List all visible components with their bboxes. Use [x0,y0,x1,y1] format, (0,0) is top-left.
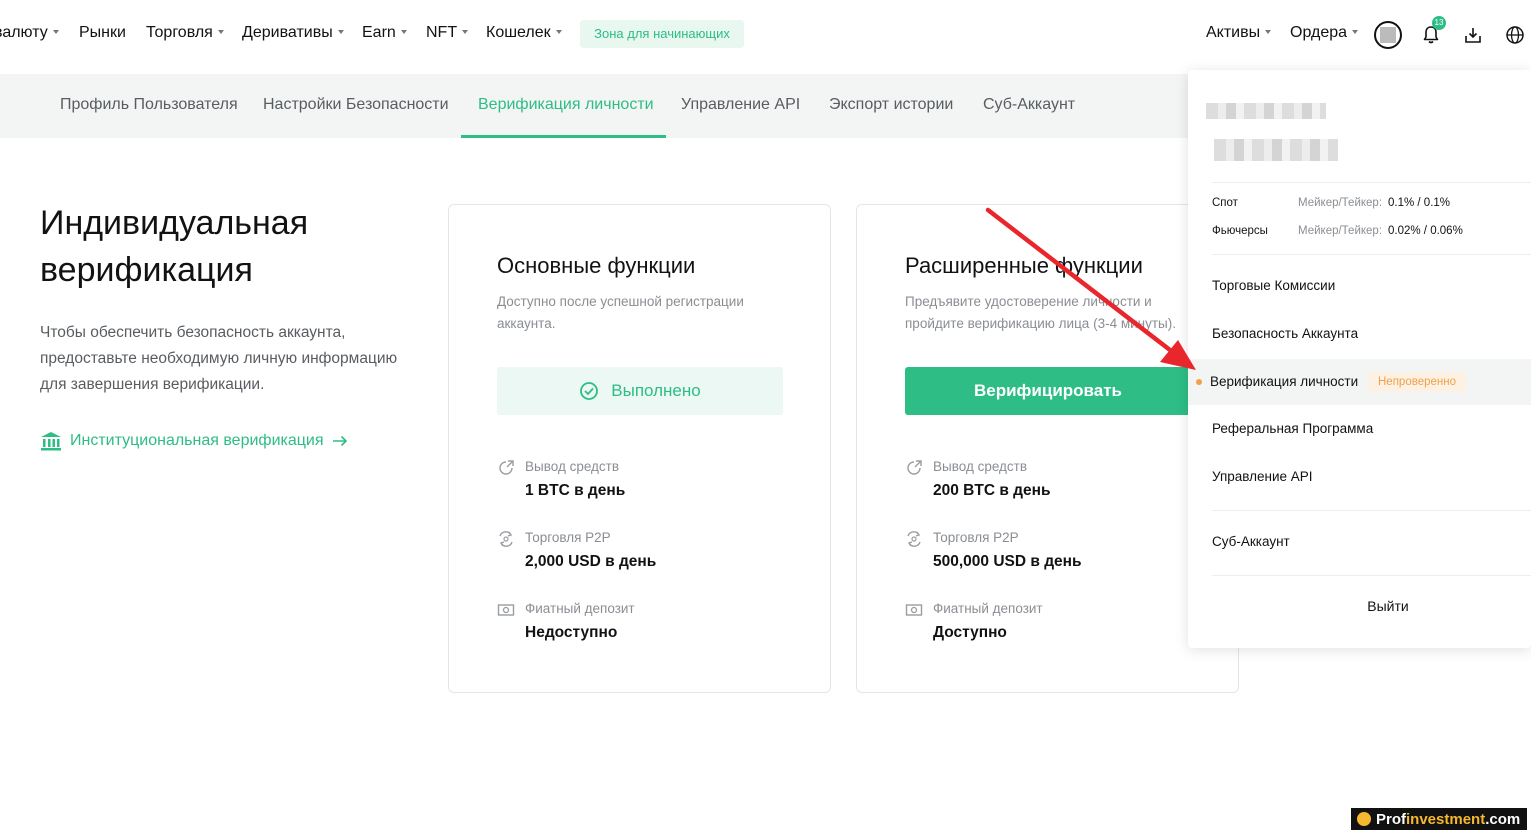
chevron-down-icon [462,30,469,34]
feature-value: 500,000 USD в день [933,553,1082,570]
fee-value: 0.1% / 0.1% [1388,197,1451,209]
nav-derivatives[interactable]: Деривативы [242,24,344,42]
chevron-down-icon [337,30,344,34]
feature-label: Вывод средств [525,459,620,474]
card-subtitle: Доступно после успешной регистрации акка… [497,294,744,331]
tab-identity-verification[interactable]: Верификация личности [478,96,654,114]
fee-value: 0.02% / 0.06% [1388,225,1463,237]
withdraw-icon [499,460,514,475]
feature-value: Доступно [933,624,1007,641]
active-tab-indicator [461,135,666,138]
nav-wallet[interactable]: Кошелек [486,24,562,42]
tab-export-history[interactable]: Экспорт истории [829,96,953,114]
feature-label: Фиатный депозит [525,601,635,616]
arrow-right-icon [332,435,347,447]
page-title: Индивидуальная верификация [40,204,309,289]
logout-button[interactable]: Выйти [1188,598,1531,614]
card-subtitle: Предъявите удостоверение личности и прой… [905,294,1176,331]
fee-label: Фьючерсы [1212,225,1268,237]
nav-assets[interactable]: Активы [1206,24,1272,42]
fee-label: Спот [1212,197,1238,209]
page-description: Чтобы обеспечить безопасность аккаунта, … [40,324,398,393]
nav-earn[interactable]: Earn [362,24,407,42]
p2p-icon [907,531,921,547]
institutional-verification-link[interactable]: Институциональная верификация [40,431,348,451]
menu-sub-account[interactable]: Суб-Аккаунт [1212,534,1290,549]
completed-label: Выполнено [611,381,701,400]
fiat-icon [905,604,923,616]
card-title: Основные функции [497,253,696,278]
chevron-down-icon [1265,30,1272,34]
watermark-highlight: investment [1406,810,1486,828]
notification-badge: 13 [1432,16,1446,30]
feature-label: Торговля P2P [933,530,1019,545]
fee-maker-taker-label: Мейкер/Тейкер: [1298,197,1383,209]
top-navigation: валюту Рынки Торговля Деривативы Earn NF… [0,0,1531,70]
status-dot [1196,379,1202,385]
nav-orders[interactable]: Ордера [1290,24,1359,42]
institutional-link-label: Институциональная верификация [70,432,324,449]
download-icon[interactable] [1458,20,1488,50]
p2p-icon [499,531,513,547]
watermark-prefix: Prof [1376,810,1406,828]
tab-sub-account[interactable]: Суб-Аккаунт [983,96,1075,114]
chevron-down-icon [1352,30,1359,34]
completed-button: Выполнено [497,367,783,415]
divider [1212,510,1531,511]
watermark: Profinvestment.com [1351,808,1527,830]
divider [1212,182,1531,183]
divider [1212,254,1531,255]
chevron-down-icon [52,30,59,34]
avatar[interactable] [1374,21,1402,49]
fiat-icon [497,604,515,616]
fee-maker-taker-label: Мейкер/Тейкер: [1298,225,1383,237]
feature-value: Недоступно [525,624,618,641]
menu-account-security[interactable]: Безопасность Аккаунта [1212,326,1358,341]
verify-button[interactable]: Верифицировать [905,367,1191,415]
feature-label: Фиатный депозит [933,601,1043,616]
feature-label: Торговля P2P [525,530,611,545]
watermark-suffix: .com [1485,810,1521,828]
chevron-down-icon [400,30,407,34]
tab-api-management[interactable]: Управление API [681,96,800,114]
beginner-zone-button[interactable]: Зона для начинающих [580,20,744,48]
blurred-username [1206,103,1326,119]
blurred-user-id [1214,139,1338,161]
menu-identity-verification[interactable]: Верификация личности [1210,374,1358,389]
card-title: Расширенные функции [905,253,1143,278]
menu-trading-fees[interactable]: Торговые Комиссии [1212,278,1335,293]
tab-security-settings[interactable]: Настройки Безопасности [263,96,449,114]
watermark-logo-icon [1357,812,1371,826]
withdraw-icon [907,460,922,475]
account-dropdown: Спот Мейкер/Тейкер: 0.1% / 0.1% Фьючерсы… [1188,70,1531,648]
basic-functions-card: Основные функции Доступно после успешной… [448,204,831,693]
tab-user-profile[interactable]: Профиль Пользователя [60,96,238,114]
divider [1212,575,1531,576]
feature-value: 200 BTC в день [933,482,1051,499]
menu-referral-program[interactable]: Реферальная Программа [1212,421,1373,436]
bank-icon [41,432,61,451]
unverified-badge: Непроверенно [1368,372,1466,392]
feature-value: 1 BTC в день [525,482,626,499]
nav-nft[interactable]: NFT [426,24,469,42]
nav-markets[interactable]: Рынки [79,24,126,42]
chevron-down-icon [217,30,224,34]
globe-icon[interactable] [1500,20,1530,50]
advanced-functions-card: Расширенные функции Предъявите удостовер… [856,204,1239,693]
feature-label: Вывод средств [933,459,1028,474]
feature-value: 2,000 USD в день [525,553,657,570]
check-circle-icon [580,382,599,400]
menu-api-management[interactable]: Управление API [1212,469,1313,484]
nav-trading[interactable]: Торговля [146,24,224,42]
chevron-down-icon [555,30,562,34]
nav-currency[interactable]: валюту [0,24,59,42]
